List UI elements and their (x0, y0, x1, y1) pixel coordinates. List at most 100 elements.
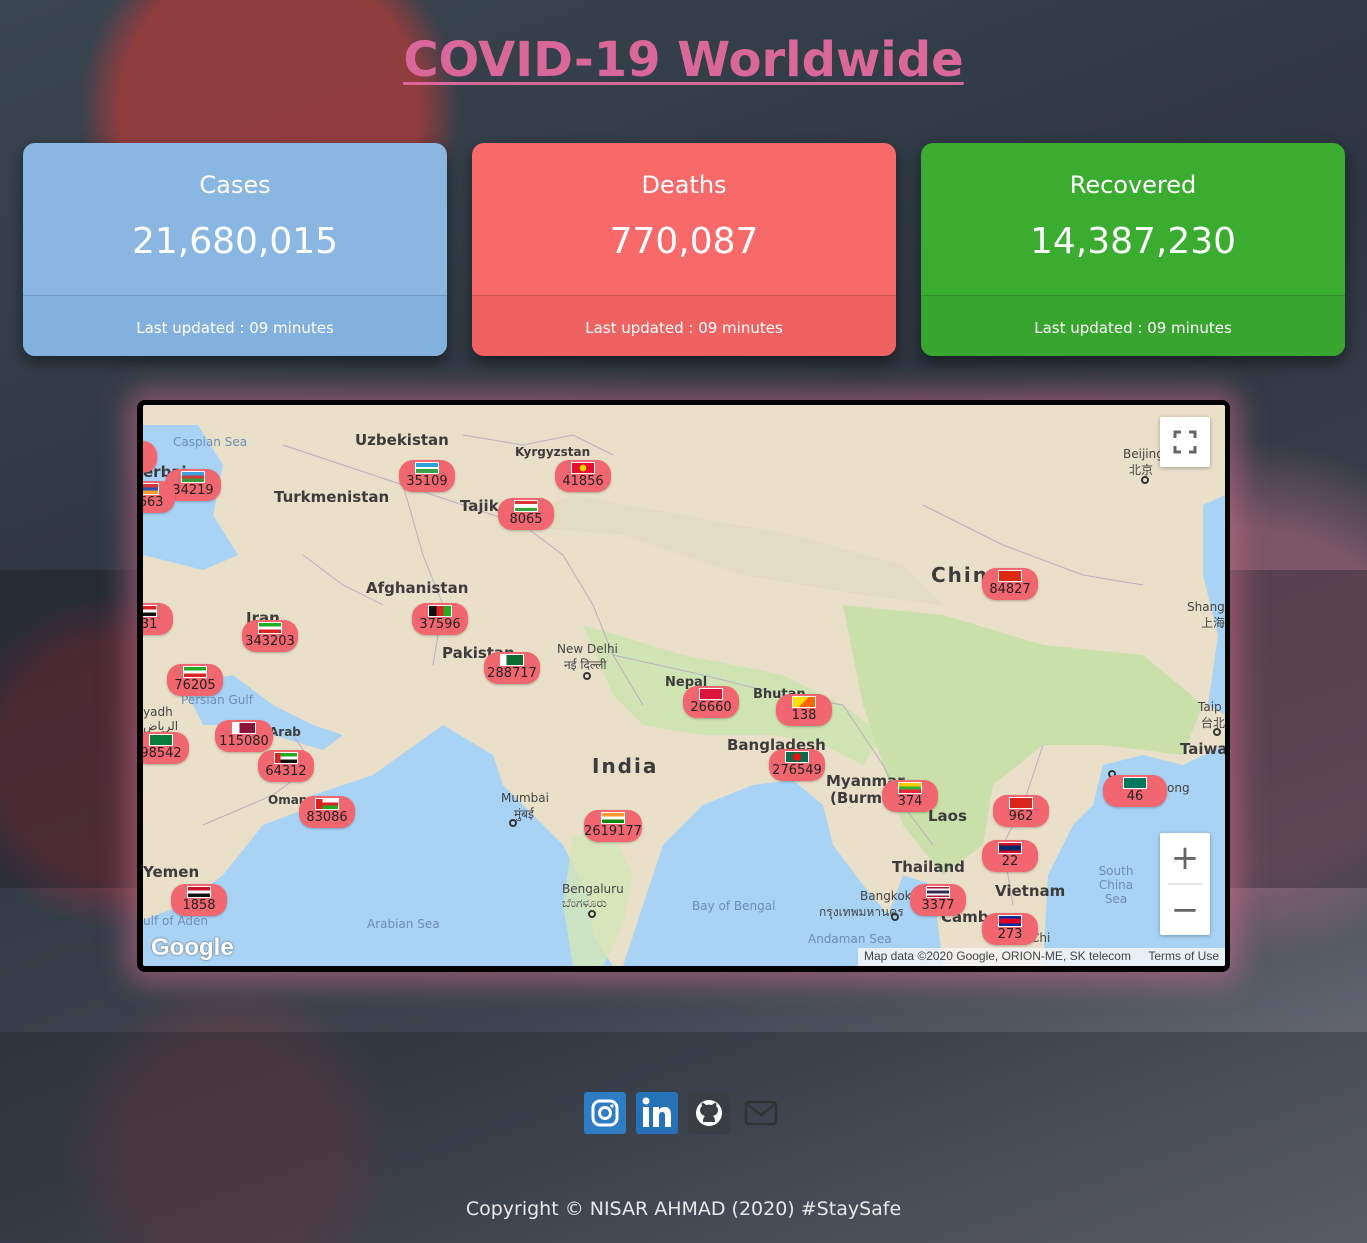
label-beijing: Beijing (1123, 447, 1164, 461)
marker-count: 83086 (306, 810, 348, 825)
marker-count: 46 (1126, 789, 1144, 804)
country-marker[interactable]: 374 (882, 780, 938, 812)
country-marker[interactable]: 35109 (399, 460, 455, 492)
label-shanghai-chinese: 上海 (1201, 616, 1225, 630)
country-marker[interactable]: 41856 (555, 460, 611, 492)
marker-count: 22 (1001, 854, 1019, 869)
country-marker[interactable]: 1663 (143, 481, 175, 513)
marker-count: 138 (791, 708, 817, 723)
deaths-label: Deaths (641, 171, 727, 199)
marker-count: 374 (897, 794, 923, 809)
recovered-last-updated: Last updated : 09 minutes (921, 295, 1345, 356)
country-marker[interactable]: 98542 (143, 732, 189, 764)
terms-of-use-link[interactable]: Terms of Use (1148, 949, 1219, 963)
label-bengaluru-kannada: ಬೆಂಗಳೂರು (562, 896, 607, 910)
country-marker[interactable]: 3377 (910, 884, 966, 916)
label-vietnam: Vietnam (995, 882, 1066, 900)
marker-count: 41856 (562, 474, 604, 489)
marker-count: 1663 (143, 495, 164, 510)
country-marker[interactable]: 115080 (215, 720, 273, 752)
deaths-last-updated: Last updated : 09 minutes (472, 295, 896, 356)
label-south-china-sea: South China Sea (1098, 864, 1134, 906)
label-andaman-sea: Andaman Sea (808, 932, 892, 946)
country-marker[interactable]: 276549 (769, 749, 825, 781)
fullscreen-button[interactable] (1160, 417, 1210, 467)
zoom-out-button[interactable]: − (1160, 885, 1210, 935)
country-marker[interactable]: 273 (982, 913, 1038, 945)
label-bengaluru: Bengaluru (562, 882, 624, 896)
country-marker[interactable]: 83086 (299, 796, 355, 828)
cases-last-updated: Last updated : 09 minutes (23, 295, 447, 356)
country-marker[interactable]: 22 (982, 840, 1038, 872)
linkedin-link[interactable] (636, 1092, 678, 1134)
marker-count: 35109 (406, 474, 448, 489)
label-riyadh: yadh (143, 705, 173, 719)
flag-icon (998, 570, 1022, 582)
country-marker[interactable]: 26660 (683, 686, 739, 718)
zoom-control: + − (1160, 833, 1210, 935)
marker-count: 98542 (143, 746, 182, 761)
marker-count: 2619177 (584, 824, 642, 839)
label-uzbekistan: Uzbekistan (355, 431, 449, 449)
marker-count: 8065 (509, 512, 543, 527)
cases-card: Cases 21,680,015 Last updated : 09 minut… (23, 143, 447, 356)
world-map[interactable]: Caspian Sea Uzbekistan Kyrgyzstan Turkme… (143, 405, 1225, 966)
label-beijing-chinese: 北京 (1129, 463, 1154, 477)
recovered-value: 14,387,230 (1029, 221, 1237, 262)
label-caspian-sea: Caspian Sea (173, 435, 248, 449)
flag-icon (149, 734, 173, 746)
label-arabian-sea: Arabian Sea (367, 917, 440, 931)
country-marker[interactable]: 8065 (498, 498, 554, 530)
instagram-link[interactable] (584, 1092, 626, 1134)
country-marker[interactable]: 931 (143, 603, 173, 635)
flag-icon (898, 782, 922, 794)
flag-icon (181, 471, 205, 483)
label-tajikistan: Tajik (460, 497, 499, 515)
country-marker[interactable]: 46 (1103, 775, 1167, 807)
marker-count: 76205 (174, 678, 216, 693)
flag-icon (1123, 777, 1147, 789)
github-icon (696, 1100, 722, 1126)
country-marker[interactable]: 288717 (484, 652, 540, 684)
marker-count: 931 (143, 617, 158, 632)
label-turkmenistan: Turkmenistan (274, 488, 390, 506)
flag-icon (571, 462, 595, 474)
label-afghanistan: Afghanistan (366, 579, 469, 597)
label-mumbai: Mumbai (501, 791, 549, 805)
instagram-icon (591, 1099, 619, 1127)
zoom-in-button[interactable]: + (1160, 833, 1210, 883)
deaths-card: Deaths 770,087 Last updated : 09 minutes (472, 143, 896, 356)
email-link[interactable] (740, 1092, 782, 1134)
label-mumbai-marathi: मुंबई (514, 807, 534, 821)
marker-count: 6 (143, 455, 157, 470)
flag-icon (699, 688, 723, 700)
flag-icon (792, 696, 816, 708)
country-marker[interactable]: 76205 (167, 664, 223, 696)
country-marker[interactable]: 138 (776, 694, 832, 726)
label-india: India (592, 754, 659, 778)
map-data-credit: Map data ©2020 Google, ORION-ME, SK tele… (864, 949, 1131, 963)
flag-icon (274, 752, 298, 764)
label-laos: Laos (928, 807, 967, 825)
cases-value: 21,680,015 (131, 221, 339, 262)
marker-count: 273 (997, 927, 1023, 942)
deaths-value: 770,087 (609, 221, 759, 262)
flag-icon (315, 798, 339, 810)
country-marker[interactable]: 2619177 (584, 810, 642, 842)
country-marker[interactable]: 1858 (171, 884, 227, 916)
google-logo: Google (151, 934, 234, 961)
marker-count: 84827 (989, 582, 1031, 597)
flag-icon (258, 622, 282, 634)
country-marker[interactable]: 64312 (258, 750, 314, 782)
flag-icon (415, 462, 439, 474)
flag-icon (998, 842, 1022, 854)
country-marker[interactable]: 84827 (982, 568, 1038, 600)
flag-icon (785, 751, 809, 763)
label-shanghai: Shang (1187, 600, 1225, 614)
github-link[interactable] (688, 1092, 730, 1134)
country-marker[interactable]: 37596 (412, 603, 468, 635)
copyright-text: Copyright © NISAR AHMAD (2020) #StaySafe (465, 1198, 902, 1220)
flag-icon (428, 605, 452, 617)
country-marker[interactable]: 962 (993, 795, 1049, 827)
country-marker[interactable]: 343203 (242, 620, 298, 652)
